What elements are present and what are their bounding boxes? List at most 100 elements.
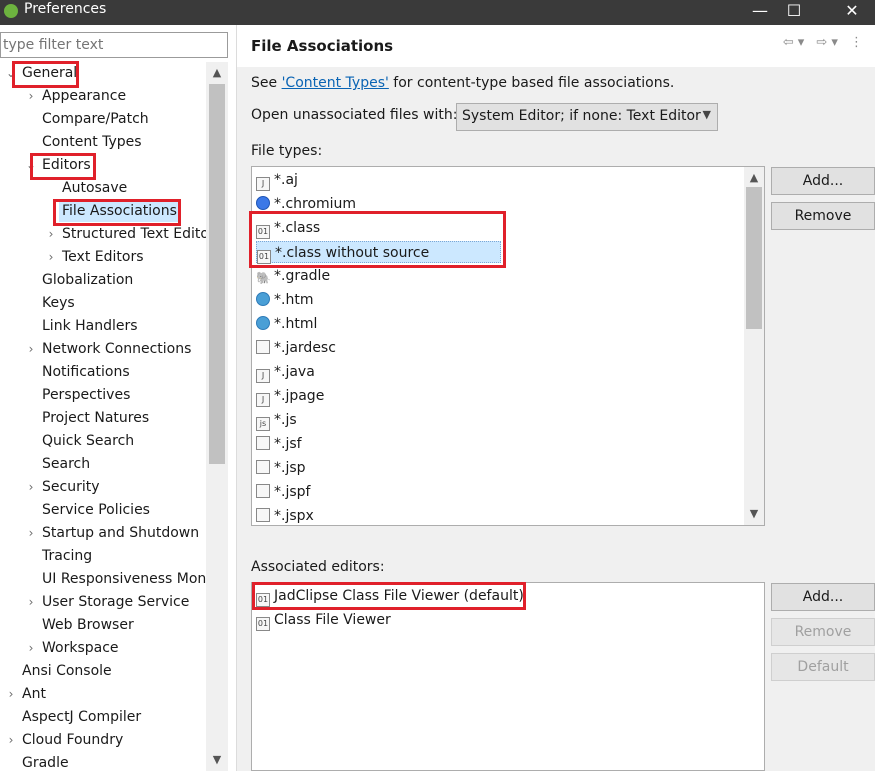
list-item[interactable]: J *.jpage [256, 385, 501, 407]
tree-item[interactable]: UI Responsiveness Moni [0, 568, 210, 590]
list-item[interactable]: *.jspx [256, 505, 501, 525]
tree-item[interactable]: › Workspace [0, 637, 206, 659]
tree-item[interactable]: Notifications [0, 361, 206, 383]
scroll-up-icon[interactable]: ▲ [206, 64, 228, 82]
tree-item[interactable]: Search [0, 453, 206, 475]
preferences-tree[interactable]: ⌄ General › Appearance Compare/Patch Content … [0, 62, 228, 771]
forward-menu-icon[interactable]: ▾ [831, 35, 842, 50]
chevron-down-icon[interactable]: ⌄ [24, 154, 38, 176]
list-item[interactable]: *.jspf [256, 481, 501, 503]
tree-item-label: Link Handlers [42, 318, 138, 334]
header-nav: ⇦▾ ⇨▾ ⋮ [783, 35, 867, 50]
filter-field[interactable] [0, 32, 228, 58]
remove-editor-button[interactable]: Remove [771, 618, 875, 646]
close-button[interactable]: ✕ [829, 0, 875, 25]
tree-item[interactable]: ⌄ Editors [0, 154, 206, 176]
list-item[interactable]: *.jsf [256, 433, 501, 455]
back-icon[interactable]: ⇦ [783, 35, 798, 50]
forward-icon[interactable]: ⇨ [816, 35, 831, 50]
list-item[interactable]: 01 *.class without source [256, 241, 501, 264]
tree-item[interactable]: Content Types [0, 131, 206, 153]
chevron-right-icon[interactable]: › [4, 683, 18, 705]
list-item[interactable]: J *.aj [256, 169, 501, 191]
tree-item[interactable]: Ansi Console [0, 660, 206, 682]
class-file-icon: 01 [256, 617, 270, 631]
scroll-up-icon[interactable]: ▲ [744, 169, 764, 187]
list-item[interactable]: *.htm [256, 289, 501, 311]
chevron-right-icon[interactable]: › [24, 85, 38, 107]
tree-item[interactable]: Autosave [0, 177, 206, 199]
tree-item[interactable]: Gradle [0, 752, 206, 771]
tree-item[interactable]: › Network Connections [0, 338, 206, 360]
globe-icon [256, 316, 270, 330]
tree-item[interactable]: › Appearance [0, 85, 206, 107]
list-item[interactable]: *.jardesc [256, 337, 501, 359]
tree-item[interactable]: ⌄ General [0, 62, 206, 84]
open-unassociated-combo[interactable]: System Editor; if none: Text Editor ▼ [456, 103, 718, 131]
tree-item[interactable]: Quick Search [0, 430, 206, 452]
more-options-icon[interactable]: ⋮ [850, 35, 867, 50]
list-item[interactable]: js *.js [256, 409, 501, 431]
tree-item-label: Appearance [42, 88, 127, 104]
chevron-right-icon[interactable]: › [44, 246, 58, 268]
tree-item[interactable]: Perspectives [0, 384, 206, 406]
tree-item[interactable]: › Startup and Shutdown [0, 522, 206, 544]
scroll-thumb[interactable] [746, 187, 762, 329]
associated-editors-list[interactable]: 01 JadClipse Class File Viewer (default) 0… [251, 582, 765, 771]
tree-item[interactable]: File Associations [0, 200, 206, 222]
tree-item[interactable]: › Security [0, 476, 206, 498]
chevron-right-icon[interactable]: › [24, 338, 38, 360]
content-types-link[interactable]: 'Content Types' [282, 75, 389, 91]
list-item-label: *.class [274, 220, 321, 236]
list-item[interactable]: *.chromium [256, 193, 501, 215]
chevron-down-icon[interactable]: ⌄ [4, 62, 18, 84]
tree-item[interactable]: › Structured Text Edito [0, 223, 209, 245]
tree-item[interactable]: › Cloud Foundry [0, 729, 206, 751]
list-item[interactable]: *.jsp [256, 457, 501, 479]
chevron-right-icon[interactable]: › [4, 729, 18, 751]
tree-item[interactable]: Link Handlers [0, 315, 206, 337]
tree-item[interactable]: Keys [0, 292, 206, 314]
tree-item[interactable]: › Text Editors [0, 246, 206, 268]
tree-item[interactable]: › Ant [0, 683, 206, 705]
text-file-icon [256, 484, 270, 498]
default-editor-button[interactable]: Default [771, 653, 875, 681]
chevron-right-icon[interactable]: › [24, 522, 38, 544]
add-file-type-button[interactable]: Add... [771, 167, 875, 195]
list-item[interactable]: 01 *.class [256, 217, 501, 239]
scroll-down-icon[interactable]: ▼ [206, 751, 228, 769]
list-item[interactable]: 01 Class File Viewer [256, 609, 526, 631]
file-types-scrollbar[interactable]: ▲ ▼ [744, 167, 764, 525]
list-item[interactable]: 🐘 *.gradle [256, 265, 501, 287]
chevron-right-icon[interactable]: › [24, 591, 38, 613]
remove-file-type-button[interactable]: Remove [771, 202, 875, 230]
tree-item[interactable]: Service Policies [0, 499, 206, 521]
tree-item[interactable]: Tracing [0, 545, 206, 567]
tree-item[interactable]: AspectJ Compiler [0, 706, 206, 728]
chevron-right-icon[interactable]: › [24, 637, 38, 659]
list-item[interactable]: J *.java [256, 361, 501, 383]
scroll-down-icon[interactable]: ▼ [744, 505, 764, 523]
combo-value: System Editor; if none: Text Editor [462, 108, 701, 124]
add-editor-button[interactable]: Add... [771, 583, 875, 611]
filter-input[interactable] [1, 33, 227, 57]
list-item[interactable]: 01 JadClipse Class File Viewer (default) [256, 585, 526, 607]
tree-item[interactable]: › User Storage Service [0, 591, 206, 613]
list-item-label: *.jpage [274, 388, 325, 404]
tree-item[interactable]: Compare/Patch [0, 108, 206, 130]
chevron-right-icon[interactable]: › [44, 223, 58, 245]
tree-item-label: Cloud Foundry [22, 732, 124, 748]
tree-item[interactable]: Globalization [0, 269, 206, 291]
tree-scrollbar[interactable]: ▲ ▼ [206, 62, 228, 771]
maximize-button[interactable]: ☐ [771, 0, 817, 25]
scroll-thumb[interactable] [209, 84, 225, 464]
file-types-list[interactable]: ▲ ▼ J *.aj *.chromium 01 *.class 01 *.class wi… [251, 166, 765, 526]
tree-item-label: Autosave [62, 180, 128, 196]
back-menu-icon[interactable]: ▾ [798, 35, 809, 50]
tree-item[interactable]: Project Natures [0, 407, 206, 429]
chevron-right-icon[interactable]: › [24, 476, 38, 498]
tree-item[interactable]: Web Browser [0, 614, 206, 636]
tree-item-label: Search [42, 456, 91, 472]
tree-item-label: Text Editors [62, 249, 144, 265]
list-item[interactable]: *.html [256, 313, 501, 335]
